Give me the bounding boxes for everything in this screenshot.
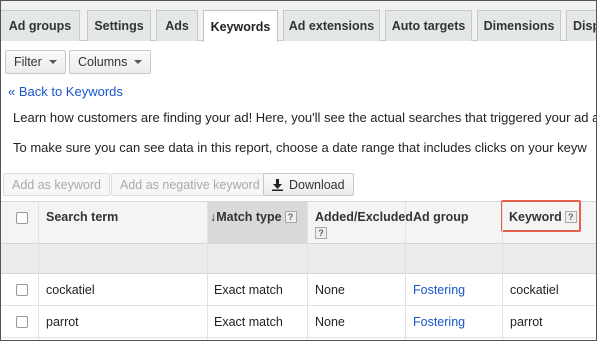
column-header-match-type[interactable]: ↓Match type? (207, 202, 307, 244)
ad-group-link[interactable]: Fostering (413, 274, 465, 306)
tab-ads[interactable]: Ads (156, 10, 198, 41)
chevron-down-icon (48, 60, 57, 64)
column-divider (307, 202, 308, 340)
keyword-cell: cockatiel (510, 283, 559, 297)
columns-button[interactable]: Columns (69, 50, 152, 74)
tab-settings[interactable]: Settings (87, 10, 151, 41)
tab-ad-groups[interactable]: Ad groups (1, 10, 80, 41)
tab-ad-extensions[interactable]: Ad extensions (283, 10, 380, 41)
help-icon[interactable]: ? (315, 227, 327, 239)
back-to-keywords-link[interactable]: « Back to Keywords (8, 84, 123, 99)
add-as-negative-keyword-button[interactable]: Add as negative keyword (111, 173, 269, 196)
match-type-cell: Exact match (214, 283, 283, 297)
help-icon[interactable]: ? (284, 211, 297, 223)
add-as-keyword-label: Add as keyword (12, 177, 101, 192)
keyword-column-highlight (501, 200, 581, 232)
tab-dimensions[interactable]: Dimensions (477, 10, 561, 41)
columns-label: Columns (78, 55, 128, 69)
column-divider (38, 202, 39, 340)
row-checkbox[interactable] (16, 316, 28, 328)
filter-label: Filter (14, 55, 42, 69)
tab-bar: Ad groups Settings Ads Keywords Ad exten… (1, 1, 596, 42)
description-line-2: To make sure you can see data in this re… (13, 140, 587, 155)
download-label: Download (289, 177, 345, 192)
summary-row (1, 244, 596, 274)
column-header-label: Match type (216, 210, 282, 224)
tab-keywords[interactable]: Keywords (203, 10, 278, 42)
column-divider (207, 202, 208, 340)
match-type-cell: Exact match (214, 315, 283, 329)
ad-group-link[interactable]: Fostering (413, 306, 465, 338)
tab-auto-targets[interactable]: Auto targets (385, 10, 472, 41)
added-excluded-cell: None (315, 283, 345, 297)
select-all-checkbox[interactable] (16, 212, 28, 224)
column-header-label: Search term (46, 210, 119, 224)
column-header-search-term[interactable]: Search term (46, 202, 118, 244)
filter-button[interactable]: Filter (5, 50, 66, 74)
report-window: Ad groups Settings Ads Keywords Ad exten… (0, 0, 597, 341)
download-icon (272, 178, 283, 191)
added-excluded-cell: None (315, 315, 345, 329)
description-line-1: Learn how customers are finding your ad!… (13, 110, 597, 125)
row-checkbox[interactable] (16, 284, 28, 296)
download-button[interactable]: Download (263, 173, 354, 196)
column-header-ad-group[interactable]: Ad group (413, 202, 469, 244)
search-term-cell: parrot (46, 315, 79, 329)
column-header-label: Added/Excluded (315, 210, 413, 224)
table-row: cockatiel Exact match None Fostering coc… (1, 274, 596, 306)
column-divider (502, 202, 503, 340)
column-header-label: Ad group (413, 210, 469, 224)
column-header-added-excluded[interactable]: Added/Excluded ? (315, 202, 413, 244)
search-term-cell: cockatiel (46, 283, 95, 297)
chevron-down-icon (134, 60, 143, 64)
column-divider (405, 202, 406, 340)
keyword-cell: parrot (510, 315, 543, 329)
add-as-keyword-button[interactable]: Add as keyword (3, 173, 110, 196)
tab-display[interactable]: Disp (566, 10, 596, 41)
add-as-negative-keyword-label: Add as negative keyword (120, 177, 260, 192)
table-row: parrot Exact match None Fostering parrot (1, 306, 596, 338)
